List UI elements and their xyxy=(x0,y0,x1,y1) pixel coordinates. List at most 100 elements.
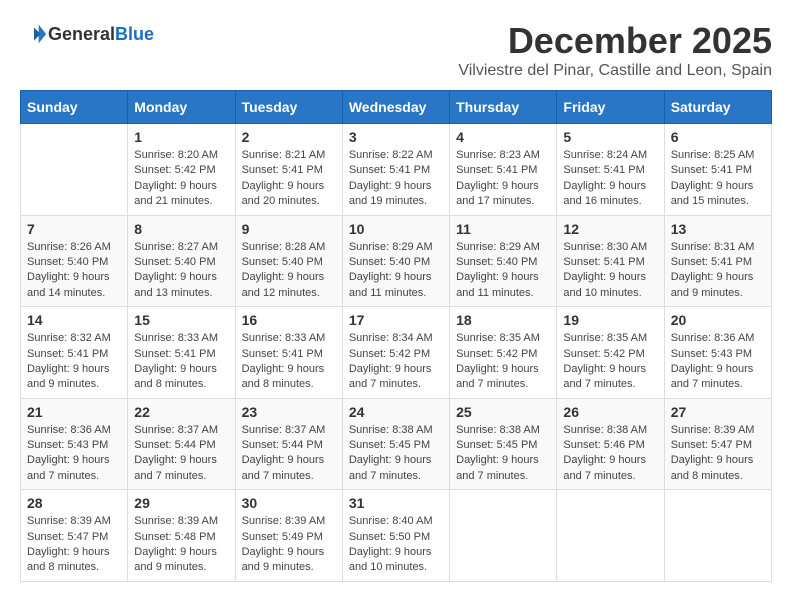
day-info: Sunrise: 8:32 AM Sunset: 5:41 PM Dayligh… xyxy=(27,331,121,393)
table-row: 23 Sunrise: 8:37 AM Sunset: 5:44 PM Dayli… xyxy=(235,398,342,490)
day-info: Sunrise: 8:39 AM Sunset: 5:49 PM Dayligh… xyxy=(242,514,336,576)
day-number: 14 xyxy=(27,312,121,328)
day-info: Sunrise: 8:24 AM Sunset: 5:41 PM Dayligh… xyxy=(563,148,657,210)
table-row: 26 Sunrise: 8:38 AM Sunset: 5:46 PM Dayli… xyxy=(557,398,664,490)
col-saturday: Saturday xyxy=(664,91,771,124)
table-row: 6 Sunrise: 8:25 AM Sunset: 5:41 PM Daylig… xyxy=(664,124,771,216)
day-number: 23 xyxy=(242,404,336,420)
table-row: 22 Sunrise: 8:37 AM Sunset: 5:44 PM Dayli… xyxy=(128,398,235,490)
day-number: 27 xyxy=(671,404,765,420)
table-row: 17 Sunrise: 8:34 AM Sunset: 5:42 PM Dayli… xyxy=(342,307,449,399)
day-number: 19 xyxy=(563,312,657,328)
day-info: Sunrise: 8:29 AM Sunset: 5:40 PM Dayligh… xyxy=(456,240,550,302)
day-number: 26 xyxy=(563,404,657,420)
day-number: 12 xyxy=(563,221,657,237)
col-sunday: Sunday xyxy=(21,91,128,124)
table-row: 12 Sunrise: 8:30 AM Sunset: 5:41 PM Dayli… xyxy=(557,215,664,307)
table-row: 21 Sunrise: 8:36 AM Sunset: 5:43 PM Dayli… xyxy=(21,398,128,490)
day-info: Sunrise: 8:25 AM Sunset: 5:41 PM Dayligh… xyxy=(671,148,765,210)
day-number: 5 xyxy=(563,129,657,145)
table-row: 27 Sunrise: 8:39 AM Sunset: 5:47 PM Dayli… xyxy=(664,398,771,490)
header: GeneralBlue December 2025 Vilviestre del… xyxy=(20,20,772,80)
day-info: Sunrise: 8:28 AM Sunset: 5:40 PM Dayligh… xyxy=(242,240,336,302)
day-number: 6 xyxy=(671,129,765,145)
calendar-table: Sunday Monday Tuesday Wednesday Thursday… xyxy=(20,90,772,582)
day-info: Sunrise: 8:31 AM Sunset: 5:41 PM Dayligh… xyxy=(671,240,765,302)
col-monday: Monday xyxy=(128,91,235,124)
table-row: 3Sunrise: 8:22 AM Sunset: 5:41 PM Daylig… xyxy=(342,124,449,216)
calendar-week-row: 28 Sunrise: 8:39 AM Sunset: 5:47 PM Dayli… xyxy=(21,490,772,582)
day-number: 31 xyxy=(349,495,443,511)
table-row xyxy=(557,490,664,582)
day-info: Sunrise: 8:35 AM Sunset: 5:42 PM Dayligh… xyxy=(563,331,657,393)
day-number: 15 xyxy=(134,312,228,328)
calendar-week-row: 21 Sunrise: 8:36 AM Sunset: 5:43 PM Dayli… xyxy=(21,398,772,490)
day-number: 25 xyxy=(456,404,550,420)
calendar-week-row: 7 Sunrise: 8:26 AM Sunset: 5:40 PM Daylig… xyxy=(21,215,772,307)
day-info: Sunrise: 8:33 AM Sunset: 5:41 PM Dayligh… xyxy=(134,331,228,393)
table-row: 19 Sunrise: 8:35 AM Sunset: 5:42 PM Dayli… xyxy=(557,307,664,399)
day-number: 29 xyxy=(134,495,228,511)
day-info: Sunrise: 8:39 AM Sunset: 5:47 PM Dayligh… xyxy=(27,514,121,576)
day-number: 1 xyxy=(134,129,228,145)
calendar-week-row: 14 Sunrise: 8:32 AM Sunset: 5:41 PM Dayli… xyxy=(21,307,772,399)
day-info: Sunrise: 8:21 AM Sunset: 5:41 PM Dayligh… xyxy=(242,148,336,210)
calendar-header-row: Sunday Monday Tuesday Wednesday Thursday… xyxy=(21,91,772,124)
day-number: 17 xyxy=(349,312,443,328)
day-number: 11 xyxy=(456,221,550,237)
table-row: 24Sunrise: 8:38 AM Sunset: 5:45 PM Dayli… xyxy=(342,398,449,490)
day-number: 7 xyxy=(27,221,121,237)
day-info: Sunrise: 8:26 AM Sunset: 5:40 PM Dayligh… xyxy=(27,240,121,302)
table-row: 4Sunrise: 8:23 AM Sunset: 5:41 PM Daylig… xyxy=(450,124,557,216)
table-row xyxy=(21,124,128,216)
day-number: 13 xyxy=(671,221,765,237)
day-info: Sunrise: 8:20 AM Sunset: 5:42 PM Dayligh… xyxy=(134,148,228,210)
table-row: 30 Sunrise: 8:39 AM Sunset: 5:49 PM Dayli… xyxy=(235,490,342,582)
day-info: Sunrise: 8:38 AM Sunset: 5:46 PM Dayligh… xyxy=(563,423,657,485)
logo: GeneralBlue xyxy=(20,20,154,48)
day-info: Sunrise: 8:37 AM Sunset: 5:44 PM Dayligh… xyxy=(134,423,228,485)
table-row: 2 Sunrise: 8:21 AM Sunset: 5:41 PM Daylig… xyxy=(235,124,342,216)
day-info: Sunrise: 8:37 AM Sunset: 5:44 PM Dayligh… xyxy=(242,423,336,485)
day-info: Sunrise: 8:40 AM Sunset: 5:50 PM Dayligh… xyxy=(349,514,443,576)
day-info: Sunrise: 8:34 AM Sunset: 5:42 PM Dayligh… xyxy=(349,331,443,393)
calendar-week-row: 1 Sunrise: 8:20 AM Sunset: 5:42 PM Daylig… xyxy=(21,124,772,216)
table-row: 11 Sunrise: 8:29 AM Sunset: 5:40 PM Dayli… xyxy=(450,215,557,307)
table-row: 16Sunrise: 8:33 AM Sunset: 5:41 PM Dayli… xyxy=(235,307,342,399)
month-title: December 2025 xyxy=(458,20,772,62)
table-row: 28 Sunrise: 8:39 AM Sunset: 5:47 PM Dayli… xyxy=(21,490,128,582)
table-row: 13 Sunrise: 8:31 AM Sunset: 5:41 PM Dayli… xyxy=(664,215,771,307)
day-info: Sunrise: 8:35 AM Sunset: 5:42 PM Dayligh… xyxy=(456,331,550,393)
logo-text: GeneralBlue xyxy=(48,24,154,45)
day-number: 20 xyxy=(671,312,765,328)
table-row xyxy=(450,490,557,582)
day-number: 22 xyxy=(134,404,228,420)
day-number: 16 xyxy=(242,312,336,328)
table-row: 25 Sunrise: 8:38 AM Sunset: 5:45 PM Dayli… xyxy=(450,398,557,490)
day-number: 2 xyxy=(242,129,336,145)
day-number: 10 xyxy=(349,221,443,237)
col-thursday: Thursday xyxy=(450,91,557,124)
day-info: Sunrise: 8:36 AM Sunset: 5:43 PM Dayligh… xyxy=(671,331,765,393)
day-info: Sunrise: 8:38 AM Sunset: 5:45 PM Dayligh… xyxy=(456,423,550,485)
logo-icon xyxy=(20,20,48,48)
day-number: 21 xyxy=(27,404,121,420)
day-number: 28 xyxy=(27,495,121,511)
col-tuesday: Tuesday xyxy=(235,91,342,124)
day-info: Sunrise: 8:38 AM Sunset: 5:45 PM Dayligh… xyxy=(349,423,443,485)
table-row: 8Sunrise: 8:27 AM Sunset: 5:40 PM Daylig… xyxy=(128,215,235,307)
table-row: 29 Sunrise: 8:39 AM Sunset: 5:48 PM Dayli… xyxy=(128,490,235,582)
day-info: Sunrise: 8:23 AM Sunset: 5:41 PM Dayligh… xyxy=(456,148,550,210)
day-info: Sunrise: 8:39 AM Sunset: 5:48 PM Dayligh… xyxy=(134,514,228,576)
day-number: 3 xyxy=(349,129,443,145)
table-row: 18Sunrise: 8:35 AM Sunset: 5:42 PM Dayli… xyxy=(450,307,557,399)
table-row: 1 Sunrise: 8:20 AM Sunset: 5:42 PM Daylig… xyxy=(128,124,235,216)
day-info: Sunrise: 8:36 AM Sunset: 5:43 PM Dayligh… xyxy=(27,423,121,485)
day-number: 30 xyxy=(242,495,336,511)
table-row: 5 Sunrise: 8:24 AM Sunset: 5:41 PM Daylig… xyxy=(557,124,664,216)
day-info: Sunrise: 8:39 AM Sunset: 5:47 PM Dayligh… xyxy=(671,423,765,485)
col-friday: Friday xyxy=(557,91,664,124)
table-row: 31 Sunrise: 8:40 AM Sunset: 5:50 PM Dayli… xyxy=(342,490,449,582)
day-info: Sunrise: 8:30 AM Sunset: 5:41 PM Dayligh… xyxy=(563,240,657,302)
location-title: Vilviestre del Pinar, Castille and Leon,… xyxy=(458,62,772,80)
